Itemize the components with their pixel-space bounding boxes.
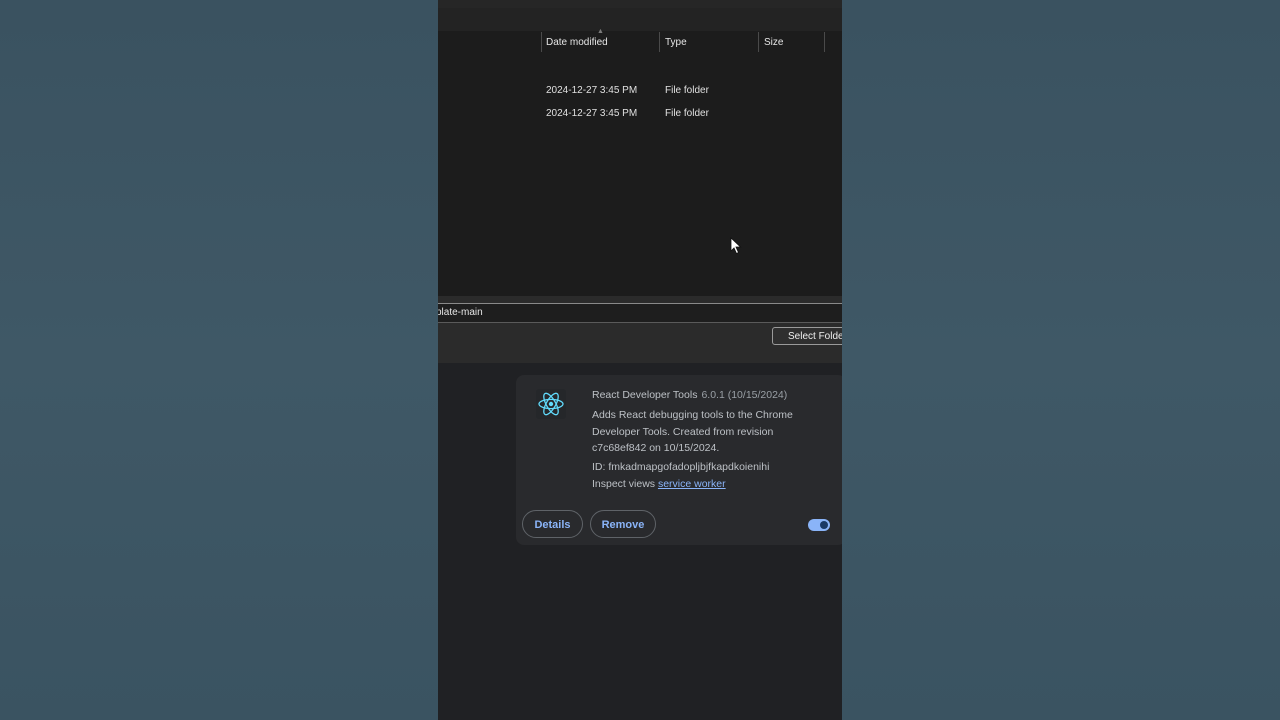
extension-card: React Developer Tools 6.0.1 (10/15/2024) …: [516, 375, 842, 545]
column-divider[interactable]: [824, 32, 825, 52]
folder-name-input[interactable]: plate-main: [438, 303, 842, 323]
details-button[interactable]: Details: [522, 510, 583, 538]
extension-enabled-toggle[interactable]: [808, 519, 830, 531]
folder-picker-dialog: ▲ Date modified Type Size 2024-12-27 3:4…: [438, 0, 842, 363]
dialog-toolbar: [438, 0, 842, 8]
screen-recording: ▲ Date modified Type Size 2024-12-27 3:4…: [438, 0, 842, 720]
column-header-size[interactable]: Size: [764, 32, 783, 54]
row-date-modified: 2024-12-27 3:45 PM: [546, 108, 638, 119]
inspect-views-label: Inspect views: [592, 478, 656, 490]
background-left: [0, 0, 438, 720]
column-header-date-modified[interactable]: Date modified: [546, 32, 608, 54]
background-right: [842, 0, 1280, 720]
row-type: File folder: [665, 85, 709, 96]
select-folder-button[interactable]: Select Folder: [772, 327, 842, 345]
row-date-modified: 2024-12-27 3:45 PM: [546, 85, 638, 96]
extension-name: React Developer Tools: [592, 389, 698, 401]
inspect-views: Inspect views service worker: [592, 478, 726, 490]
extension-id: ID: fmkadmapgofadopljbjfkapdkoienihi: [592, 461, 770, 473]
mouse-pointer-icon: [730, 237, 742, 255]
column-divider[interactable]: [541, 32, 542, 52]
dialog-address-area: [438, 8, 842, 31]
extension-description: Adds React debugging tools to the Chrome…: [592, 409, 793, 454]
column-header-type[interactable]: Type: [665, 32, 687, 54]
column-divider[interactable]: [758, 32, 759, 52]
column-divider[interactable]: [659, 32, 660, 52]
service-worker-link[interactable]: service worker: [658, 478, 726, 490]
remove-button[interactable]: Remove: [590, 510, 656, 538]
toggle-knob: [820, 521, 828, 529]
react-atom-icon: [536, 389, 566, 419]
row-type: File folder: [665, 108, 709, 119]
extension-version: 6.0.1 (10/15/2024): [701, 389, 788, 401]
extension-title: React Developer Tools 6.0.1 (10/15/2024): [592, 389, 787, 401]
